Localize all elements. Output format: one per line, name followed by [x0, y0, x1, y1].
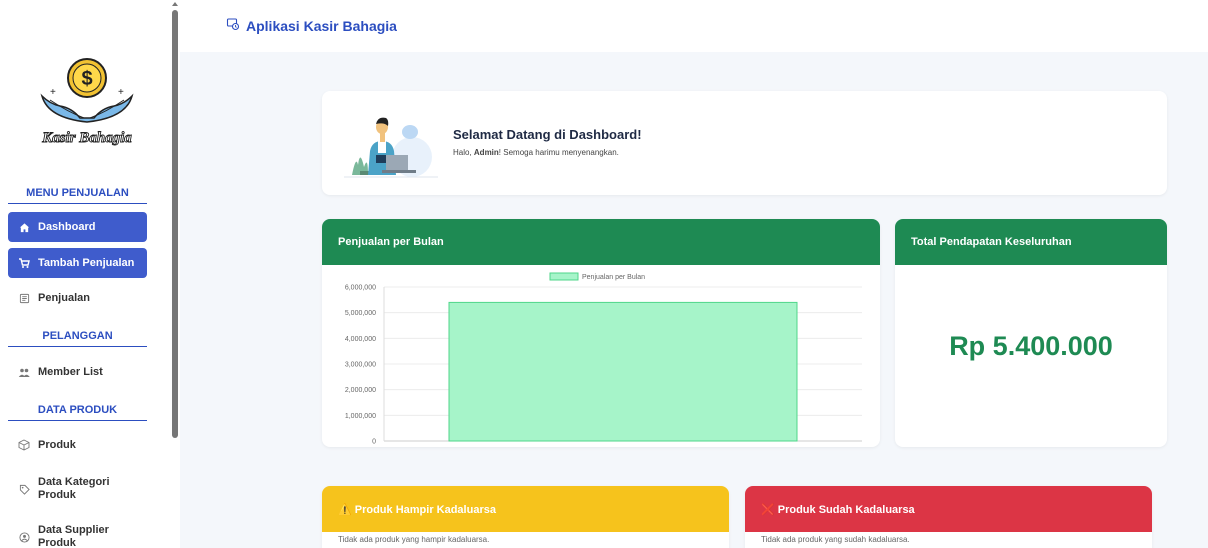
tag-icon: [18, 483, 30, 495]
sales-per-month-card: Penjualan per Bulan 0 1,000,000 2,000,000 3…: [322, 219, 880, 447]
y-tick-label: 6,000,000: [345, 285, 376, 292]
bar-april-2025: [448, 301, 798, 442]
y-tick-label: 3,000,000: [345, 362, 376, 369]
supplier-icon: [18, 531, 30, 543]
cart-icon: [18, 257, 30, 269]
scroll-up-arrow-icon[interactable]: [172, 2, 178, 6]
total-card-header: Total Pendapatan Keseluruhan: [895, 219, 1167, 265]
sales-card-header: Penjualan per Bulan: [322, 219, 880, 265]
y-tick-label: 5,000,000: [345, 310, 376, 317]
app-title-text: Aplikasi Kasir Bahagia: [246, 17, 397, 34]
total-revenue-card: Total Pendapatan Keseluruhan Rp 5.400.00…: [895, 219, 1167, 447]
app-title: Aplikasi Kasir Bahagia: [226, 17, 397, 34]
sales-bar-chart: 0 1,000,000 2,000,000 3,000,000 4,000,000 5,0…: [345, 272, 862, 446]
section-title-pelanggan: PELANGGAN: [8, 330, 147, 347]
legend-label: Penjualan per Bulan: [582, 274, 645, 281]
sidebar-item-produk[interactable]: Produk: [8, 430, 147, 460]
section-title-menu-penjualan: MENU PENJUALAN: [8, 187, 147, 204]
box-icon: [18, 439, 30, 451]
logo-dollar-sign: $: [81, 68, 92, 90]
sidebar-item-label: Data Supplier Produk: [38, 524, 109, 548]
sidebar-item-label: Member List: [38, 366, 103, 378]
sidebar-item-label: Tambah Penjualan: [38, 257, 135, 269]
expiring-products-card: ⚠️ Produk Hampir Kadaluarsa Tidak ada pr…: [322, 486, 729, 548]
sidebar-item-label: Produk: [38, 439, 76, 451]
kasir-bahagia-logo: $ + + Kasir Bahagia: [40, 58, 134, 146]
sidebar-item-tambah-penjualan[interactable]: Tambah Penjualan: [8, 248, 147, 278]
sidebar: $ + + Kasir Bahagia MENU PENJUALAN Dashb…: [0, 0, 180, 548]
legend-swatch: [549, 272, 579, 281]
total-revenue-value: Rp 5.400.000: [949, 331, 1113, 361]
greeting-prefix: Halo,: [453, 148, 474, 157]
users-icon: [18, 366, 30, 378]
person-at-laptop-illustration: [344, 117, 438, 178]
sidebar-item-label: Dashboard: [38, 221, 96, 233]
home-icon: [18, 221, 30, 233]
welcome-subtitle: Halo, Admin! Semoga harimu menyenangkan.: [453, 148, 619, 157]
sidebar-item-label: Penjualan: [38, 292, 90, 304]
greeting-suffix: ! Semoga harimu menyenangkan.: [498, 148, 619, 157]
cash-register-icon: [226, 17, 240, 34]
welcome-title: Selamat Datang di Dashboard!: [453, 127, 642, 142]
top-header: Aplikasi Kasir Bahagia: [180, 0, 1208, 52]
list-icon: [18, 292, 30, 304]
sidebar-item-data-supplier-produk[interactable]: Data Supplier Produk: [8, 519, 147, 548]
expiring-card-note: Tidak ada produk yang hampir kadaluarsa.: [338, 535, 490, 544]
expiring-card-header: ⚠️ Produk Hampir Kadaluarsa: [322, 486, 729, 532]
sidebar-item-member-list[interactable]: Member List: [8, 357, 147, 387]
svg-text:+: +: [118, 87, 124, 98]
sidebar-item-penjualan[interactable]: Penjualan: [8, 283, 147, 313]
sidebar-item-data-kategori-produk[interactable]: Data Kategori Produk: [8, 471, 147, 507]
expired-products-card: ❌ Produk Sudah Kadaluarsa Tidak ada prod…: [745, 486, 1152, 548]
sidebar-scrollbar-thumb[interactable]: [172, 10, 178, 438]
svg-text:+: +: [50, 87, 56, 98]
greeting-user: Admin: [473, 148, 499, 157]
expired-card-note: Tidak ada produk yang sudah kadaluarsa.: [761, 535, 910, 544]
y-tick-label: 1,000,000: [345, 413, 376, 420]
welcome-card: Selamat Datang di Dashboard! Halo, Admin…: [322, 91, 1167, 195]
y-tick-label: 4,000,000: [345, 336, 376, 343]
section-title-data-produk: DATA PRODUK: [8, 404, 147, 421]
sidebar-item-label: Data Kategori Produk: [38, 476, 110, 501]
y-tick-label: 0: [372, 439, 376, 446]
logo-text: Kasir Bahagia: [41, 130, 132, 146]
y-tick-label: 2,000,000: [345, 387, 376, 394]
expired-card-header: ❌ Produk Sudah Kadaluarsa: [745, 486, 1152, 532]
sidebar-item-dashboard[interactable]: Dashboard: [8, 212, 147, 242]
